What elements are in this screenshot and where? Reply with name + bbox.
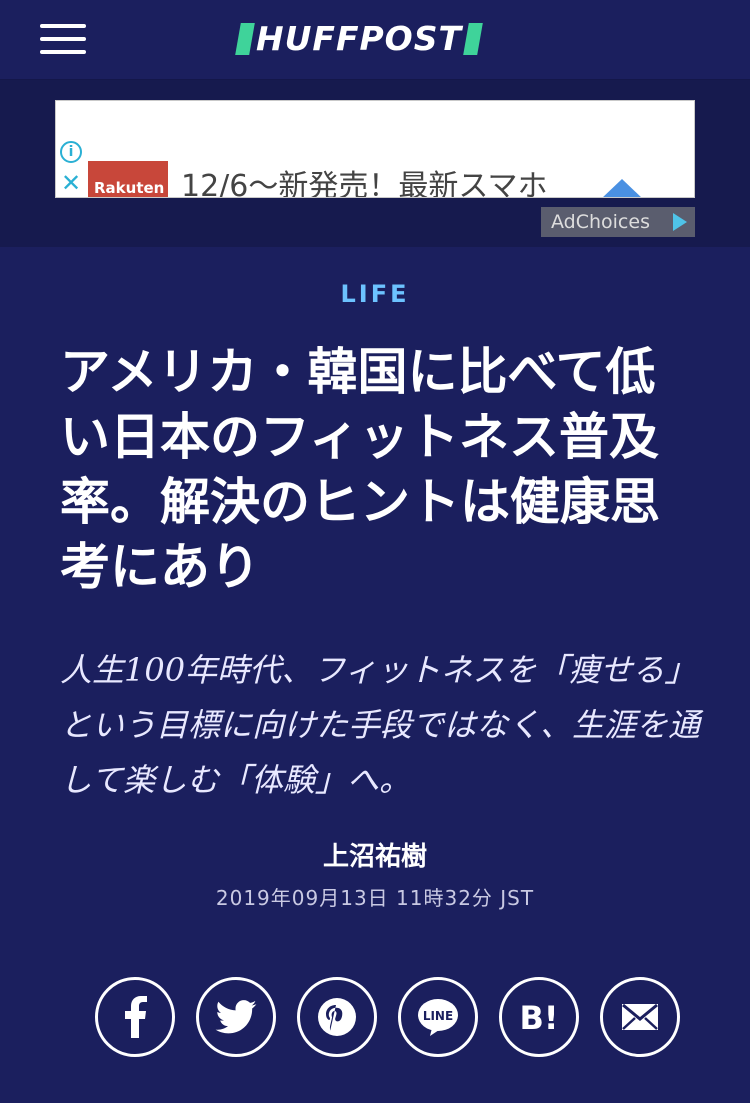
adchoices-button[interactable]: AdChoices bbox=[541, 207, 695, 237]
share-hatena-button[interactable]: B! bbox=[499, 977, 579, 1057]
info-icon[interactable]: i bbox=[60, 141, 82, 163]
article-dek: 人生100年時代、フィットネスを「痩せる」という目標に向けた手段ではなく、生涯を… bbox=[60, 651, 701, 799]
article-author[interactable]: 上沼祐樹 bbox=[0, 836, 750, 873]
ad-text: 12/6〜新発売！最新スマホ bbox=[181, 169, 548, 198]
article-category[interactable]: LIFE bbox=[0, 280, 750, 308]
email-icon bbox=[622, 1003, 658, 1030]
share-twitter-button[interactable] bbox=[196, 977, 276, 1057]
adchoices-icon bbox=[673, 213, 687, 231]
share-pinterest-button[interactable] bbox=[297, 977, 377, 1057]
facebook-icon bbox=[125, 996, 147, 1038]
share-facebook-button[interactable] bbox=[95, 977, 175, 1057]
hatena-bookmark-icon: B! bbox=[520, 999, 559, 1035]
article-headline: アメリカ・韓国に比べて低い日本のフィットネス普及率。解決のヒントは健康思考にあり bbox=[60, 343, 660, 596]
ad-advertiser-logo: Rakuten bbox=[88, 161, 168, 197]
pinterest-icon bbox=[318, 998, 356, 1036]
huffpost-logo[interactable]: HUFFPOST bbox=[235, 19, 483, 58]
line-icon: LINE bbox=[418, 999, 458, 1036]
hatena-icon-label: B! bbox=[520, 999, 559, 1035]
ad-banner[interactable]: i ✕ Rakuten 12/6〜新発売！最新スマホ bbox=[55, 100, 695, 198]
twitter-icon bbox=[215, 1000, 257, 1034]
article-date: 2019年09月13日 11時32分 JST bbox=[215, 886, 535, 910]
logo-text: HUFFPOST bbox=[256, 19, 463, 58]
expand-arrow-icon[interactable] bbox=[601, 179, 643, 197]
line-icon-label: LINE bbox=[423, 1009, 453, 1023]
adchoices-label: AdChoices bbox=[551, 211, 650, 233]
ad-area: i ✕ Rakuten 12/6〜新発売！最新スマホ AdChoices bbox=[0, 80, 750, 247]
page: HUFFPOST i ✕ Rakuten 12/6〜新発売！最新スマホ AdCh… bbox=[0, 0, 750, 1103]
hamburger-menu-icon[interactable] bbox=[40, 24, 86, 56]
share-line-button[interactable]: LINE bbox=[398, 977, 478, 1057]
share-bar: LINE B! bbox=[95, 977, 680, 1057]
close-icon[interactable]: ✕ bbox=[61, 171, 81, 195]
top-bar: HUFFPOST bbox=[0, 0, 750, 80]
logo-right-bar bbox=[463, 23, 483, 55]
share-email-button[interactable] bbox=[600, 977, 680, 1057]
